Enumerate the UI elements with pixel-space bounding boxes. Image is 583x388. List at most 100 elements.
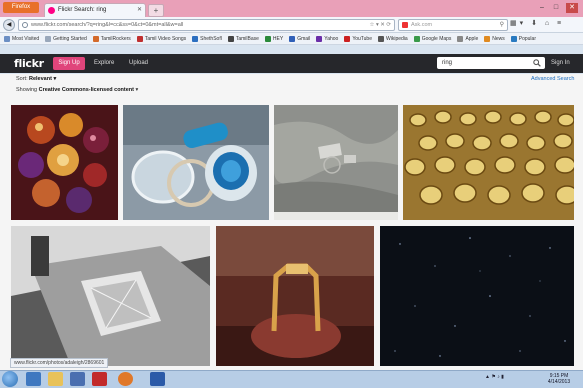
search-placeholder: Ask.com: [411, 22, 433, 28]
sign-up-button[interactable]: Sign Up: [53, 57, 85, 70]
taskbar: ▲ ⚑ ♪ ▮ 9:15 PM 4/14/2013: [0, 370, 583, 388]
flickr-logo[interactable]: flickr: [14, 57, 44, 70]
bookmark-item[interactable]: Most Visited: [4, 35, 40, 42]
bookmark-label: Gmail: [297, 35, 311, 42]
bookmark-icon: [227, 35, 234, 42]
bookmark-item[interactable]: HEY: [264, 35, 284, 42]
bookmark-icon: [45, 35, 52, 42]
bookmark-icon: [264, 35, 271, 42]
bookmark-item[interactable]: Apple: [457, 35, 479, 42]
minimize-icon[interactable]: –: [536, 3, 548, 13]
internet-explorer-icon[interactable]: [26, 372, 41, 386]
photo-aerial-stone-circle[interactable]: [274, 105, 398, 220]
bookmark-label: Apple: [465, 35, 479, 42]
bookmark-label: TamilRockers: [100, 35, 131, 42]
bookmark-label: HEY: [272, 35, 284, 42]
bookmark-icon: [510, 35, 517, 42]
bookmark-item[interactable]: Wikipedia: [378, 35, 408, 42]
bookmark-icon: [378, 35, 384, 42]
bookmarks-bar: Most Visited Getting Started TamilRockers T…: [0, 33, 583, 45]
photo-diamond-ring-bw[interactable]: [11, 226, 210, 366]
search-query: ring: [442, 60, 453, 66]
bookmark-item[interactable]: Gmail: [289, 35, 311, 42]
bookmark-icon: [344, 35, 351, 42]
bookmark-label: Wikipedia: [386, 35, 408, 42]
bookmark-item[interactable]: Getting Started: [45, 35, 87, 42]
acrobat-icon[interactable]: [92, 372, 107, 386]
flickr-header: flickr Sign Up Explore Upload ring Sign …: [0, 54, 583, 73]
tab-title: Flickr Search: ring: [58, 7, 107, 13]
bookmark-label: Getting Started: [53, 35, 87, 42]
new-tab-button[interactable]: +: [148, 4, 164, 17]
bookmark-icon: [484, 35, 491, 42]
advanced-search-link[interactable]: Advanced Search: [531, 76, 574, 82]
sort-row: Sort: Relevant ▾ Advanced Search: [0, 74, 583, 85]
site-identity-icon[interactable]: [22, 22, 28, 28]
bookmark-label: TamilBase: [235, 35, 259, 42]
bookmark-label: Most Visited: [12, 35, 40, 42]
bookmark-item[interactable]: TamilRockers: [92, 35, 131, 42]
clock[interactable]: 9:15 PM 4/14/2013: [541, 373, 577, 385]
sort-value: Relevant: [29, 76, 52, 82]
search-icon[interactable]: ⚲: [500, 20, 504, 30]
bookmark-item[interactable]: News: [484, 35, 505, 42]
photo-starfield[interactable]: [380, 226, 574, 366]
filter-value: Creative Commons-licensed content: [38, 87, 134, 93]
license-filter-dropdown[interactable]: Showing Creative Commons-licensed conten…: [16, 87, 138, 93]
reload-icon[interactable]: ☆ ▾ ✕ ⟳: [370, 20, 392, 30]
photo-gold-rings-display[interactable]: [403, 105, 574, 220]
bookmark-item[interactable]: Yahoo: [316, 35, 338, 42]
url-text: www.flickr.com/search/?q=ring&l=cc&ss=0&…: [31, 22, 184, 28]
sign-in-link[interactable]: Sign In: [551, 57, 570, 70]
browser-tab[interactable]: Flickr Search: ring ✕: [44, 3, 146, 18]
bookmark-label: Tamil Video Songs: [144, 35, 187, 42]
flickr-favicon-icon: [48, 7, 55, 14]
browser-search-box[interactable]: Ask.com ⚲: [398, 19, 508, 31]
bookmark-label: YouTube: [352, 35, 372, 42]
media-icon[interactable]: [70, 372, 85, 386]
tab-close-icon[interactable]: ✕: [137, 6, 142, 15]
bookmark-icon: [4, 35, 10, 42]
url-bar[interactable]: www.flickr.com/search/?q=ring&l=cc&ss=0&…: [18, 19, 395, 31]
photo-glass-rings[interactable]: [123, 105, 269, 220]
search-icon[interactable]: [533, 59, 541, 67]
bookmark-label: Popular: [518, 35, 536, 42]
filter-prefix: Showing: [16, 87, 38, 93]
bookmark-item[interactable]: Google Maps: [413, 35, 452, 42]
firefox-taskbar-icon[interactable]: [118, 372, 133, 386]
flickr-search-input[interactable]: ring: [437, 57, 545, 69]
bookmark-icon: [192, 35, 199, 42]
start-button[interactable]: [2, 371, 18, 387]
back-arrow-icon[interactable]: ◀: [3, 19, 15, 31]
photo-gemstone-ring[interactable]: [11, 105, 118, 220]
sort-dropdown[interactable]: Relevant ▾: [29, 76, 56, 82]
bookmark-icon: [289, 35, 296, 42]
clock-date: 4/14/2013: [547, 379, 571, 385]
bookmark-icon: [92, 35, 99, 42]
maximize-icon[interactable]: □: [550, 3, 562, 13]
photo-gold-ring-box[interactable]: [216, 226, 374, 366]
toolbar-icons[interactable]: ▦▾ ⬇ ⌂ ≡: [510, 19, 564, 29]
file-explorer-icon[interactable]: [48, 372, 63, 386]
upload-link[interactable]: Upload: [129, 57, 148, 70]
bookmark-label: Google Maps: [421, 35, 452, 42]
system-tray-icons[interactable]: ▲ ⚑ ♪ ▮: [485, 374, 504, 380]
bookmark-item[interactable]: Popular: [510, 35, 536, 42]
window-close-icon[interactable]: ✕: [566, 3, 578, 13]
navigation-bar: ◀ www.flickr.com/search/?q=ring&l=cc&ss=…: [0, 17, 583, 33]
bookmark-item[interactable]: Tamil Video Songs: [136, 35, 187, 42]
firefox-menu-button[interactable]: Firefox: [3, 2, 39, 13]
sort-label: Sort:: [16, 76, 28, 82]
word-icon[interactable]: [150, 372, 165, 386]
bookmark-item[interactable]: YouTube: [344, 35, 372, 42]
bookmark-icon: [457, 35, 464, 42]
bookmark-item[interactable]: TamilBase: [227, 35, 259, 42]
title-bar: Firefox Flickr Search: ring ✕ + – □ ✕: [0, 0, 583, 18]
bookmark-icon: [136, 35, 143, 42]
search-engine-icon[interactable]: [402, 22, 408, 28]
bookmark-icon: [413, 35, 420, 42]
explore-link[interactable]: Explore: [94, 57, 114, 70]
search-results-grid: [0, 96, 583, 370]
bookmark-icon: [316, 35, 323, 42]
bookmark-item[interactable]: ShethSofl: [192, 35, 222, 42]
